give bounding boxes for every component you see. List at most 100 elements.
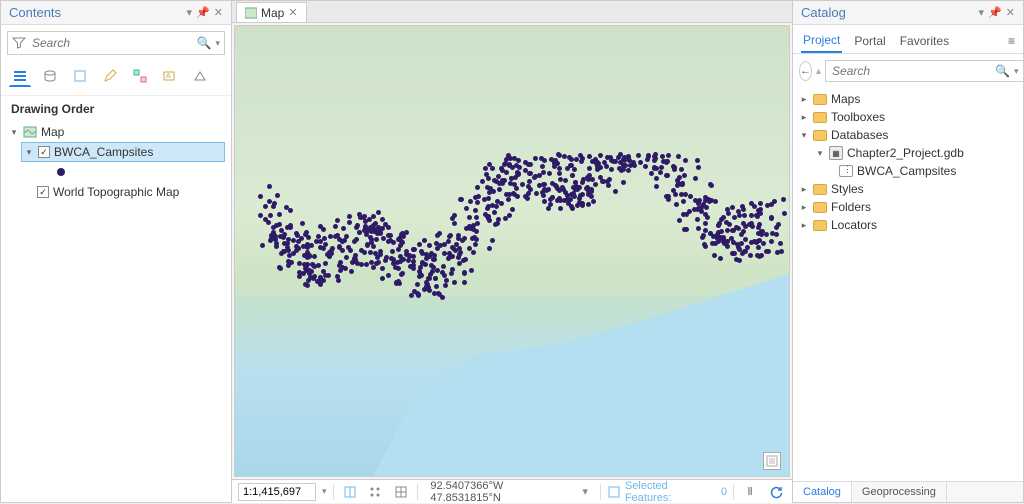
map-node-label: Map xyxy=(41,125,64,139)
map-overview-icon[interactable] xyxy=(763,452,781,470)
node-label: Styles xyxy=(831,182,864,196)
contents-toolbar: A xyxy=(1,61,231,96)
selected-features-label: Selected Features: xyxy=(625,480,717,504)
caret-down-icon[interactable]: ▾ xyxy=(24,147,34,157)
svg-text:A: A xyxy=(166,73,171,80)
tab-favorites[interactable]: Favorites xyxy=(898,30,951,52)
caret-down-icon[interactable]: ▾ xyxy=(9,127,19,137)
caret-down-icon[interactable]: ▾ xyxy=(799,130,809,140)
back-button[interactable]: ← xyxy=(799,61,812,81)
snap-grid-button[interactable] xyxy=(365,482,385,502)
catalog-styles-node[interactable]: ▸ Styles xyxy=(799,180,1017,198)
list-snapping-button[interactable] xyxy=(129,65,151,87)
contents-header: Contents ▾ 📌 ✕ xyxy=(1,1,231,25)
contents-search[interactable]: 🔍 ▾ xyxy=(7,31,225,55)
map-view[interactable] xyxy=(234,25,790,477)
catalog-maps-node[interactable]: ▸ Maps xyxy=(799,90,1017,108)
list-selection-button[interactable] xyxy=(69,65,91,87)
catalog-databases-node[interactable]: ▾ Databases xyxy=(799,126,1017,144)
separator xyxy=(333,484,334,500)
campsite-points xyxy=(235,26,789,476)
selection-icon xyxy=(607,485,621,499)
caret-down-icon[interactable]: ▾ xyxy=(815,148,825,158)
catalog-bottom-tabs: Catalog Geoprocessing xyxy=(793,481,1023,502)
close-icon[interactable]: ✕ xyxy=(288,6,297,19)
catalog-locators-node[interactable]: ▸ Locators xyxy=(799,216,1017,234)
scale-dropdown-icon[interactable]: ▾ xyxy=(322,486,327,497)
catalog-gdb-node[interactable]: ▾ ▦ Chapter2_Project.gdb xyxy=(799,144,1017,162)
status-bar: ▾ 92.5407366°W 47.8531815°N ▾ Selected F… xyxy=(232,479,792,503)
caret-right-icon[interactable]: ▸ xyxy=(799,94,809,104)
autohide-icon[interactable]: ▾ xyxy=(979,6,985,19)
list-perspective-button[interactable] xyxy=(189,65,211,87)
layer-label: World Topographic Map xyxy=(53,185,179,199)
coordinates-readout: 92.5407366°W 47.8531815°N xyxy=(430,480,576,504)
point-symbol-icon[interactable] xyxy=(57,168,65,176)
search-icon[interactable]: 🔍 xyxy=(197,36,212,50)
close-icon[interactable]: ✕ xyxy=(1006,6,1015,19)
catalog-featureclass-node[interactable]: BWCA_Campsites xyxy=(799,162,1017,180)
layer-symbol-row[interactable] xyxy=(21,162,225,182)
map-view-tab[interactable]: Map ✕ xyxy=(236,2,307,22)
drawing-order-title: Drawing Order xyxy=(1,96,231,122)
separator xyxy=(733,484,734,500)
layer-visibility-checkbox[interactable]: ✓ xyxy=(37,186,49,198)
list-labeling-button[interactable]: A xyxy=(159,65,181,87)
list-data-source-button[interactable] xyxy=(39,65,61,87)
contents-pane: Contents ▾ 📌 ✕ 🔍 ▾ A xyxy=(0,0,232,503)
bottom-tab-geoprocessing[interactable]: Geoprocessing xyxy=(852,482,947,502)
contents-search-input[interactable] xyxy=(30,35,193,51)
layer-basemap-row[interactable]: ▾ ✓ World Topographic Map xyxy=(21,182,225,202)
map-node[interactable]: ▾ Map xyxy=(7,122,225,142)
list-drawing-order-button[interactable] xyxy=(9,65,31,87)
bottom-tab-catalog[interactable]: Catalog xyxy=(793,482,852,502)
contents-window-controls: ▾ 📌 ✕ xyxy=(187,6,223,19)
folder-icon xyxy=(813,184,827,195)
menu-icon[interactable]: ≡ xyxy=(1008,34,1015,48)
selected-features-readout[interactable]: Selected Features: 0 xyxy=(607,480,727,504)
node-label: Chapter2_Project.gdb xyxy=(847,146,964,160)
catalog-search-input[interactable] xyxy=(830,63,991,79)
center-area: Map ✕ ▾ 92.5407366°W 47.8531815°N ▾ xyxy=(232,0,792,503)
caret-right-icon[interactable]: ▸ xyxy=(799,112,809,122)
catalog-folders-node[interactable]: ▸ Folders xyxy=(799,198,1017,216)
pin-icon[interactable]: 📌 xyxy=(988,6,1002,19)
catalog-window-controls: ▾ 📌 ✕ xyxy=(979,6,1015,19)
pin-icon[interactable]: 📌 xyxy=(196,6,210,19)
search-dropdown-icon[interactable]: ▾ xyxy=(215,38,220,49)
layer-label: BWCA_Campsites xyxy=(54,145,153,159)
layer-visibility-checkbox[interactable]: ✓ xyxy=(38,146,50,158)
scale-input[interactable] xyxy=(238,483,316,501)
tab-portal[interactable]: Portal xyxy=(852,30,887,52)
list-editing-button[interactable] xyxy=(99,65,121,87)
folder-icon xyxy=(813,202,827,213)
filter-icon[interactable] xyxy=(12,36,26,50)
zoom-fixed-button[interactable] xyxy=(340,482,360,502)
folder-icon xyxy=(813,94,827,105)
caret-right-icon[interactable]: ▸ xyxy=(799,184,809,194)
caret-right-icon[interactable]: ▸ xyxy=(799,220,809,230)
catalog-search[interactable]: 🔍 ▾ xyxy=(825,60,1023,82)
caret-right-icon[interactable]: ▸ xyxy=(799,202,809,212)
catalog-tree: ▸ Maps ▸ Toolboxes ▾ Databases ▾ ▦ Chapt… xyxy=(793,88,1023,236)
search-dropdown-icon[interactable]: ▾ xyxy=(1014,66,1019,77)
separator xyxy=(417,484,418,500)
node-label: Databases xyxy=(831,128,888,142)
search-icon[interactable]: 🔍 xyxy=(995,64,1010,78)
catalog-toolboxes-node[interactable]: ▸ Toolboxes xyxy=(799,108,1017,126)
pause-drawing-button[interactable]: ‖ xyxy=(740,482,760,502)
folder-icon xyxy=(813,130,827,141)
tab-project[interactable]: Project xyxy=(801,29,842,53)
folder-icon xyxy=(813,112,827,123)
catalog-title: Catalog xyxy=(801,5,846,20)
node-label: Folders xyxy=(831,200,871,214)
map-icon xyxy=(245,7,257,19)
refresh-button[interactable] xyxy=(766,482,786,502)
layer-bwca-row[interactable]: ▾ ✓ BWCA_Campsites xyxy=(21,142,225,162)
coords-dropdown-icon[interactable]: ▾ xyxy=(582,485,588,498)
grid-button[interactable] xyxy=(391,482,411,502)
close-icon[interactable]: ✕ xyxy=(214,6,223,19)
up-button[interactable]: ▴ xyxy=(816,61,821,81)
contents-title: Contents xyxy=(9,5,61,20)
autohide-icon[interactable]: ▾ xyxy=(187,6,193,19)
